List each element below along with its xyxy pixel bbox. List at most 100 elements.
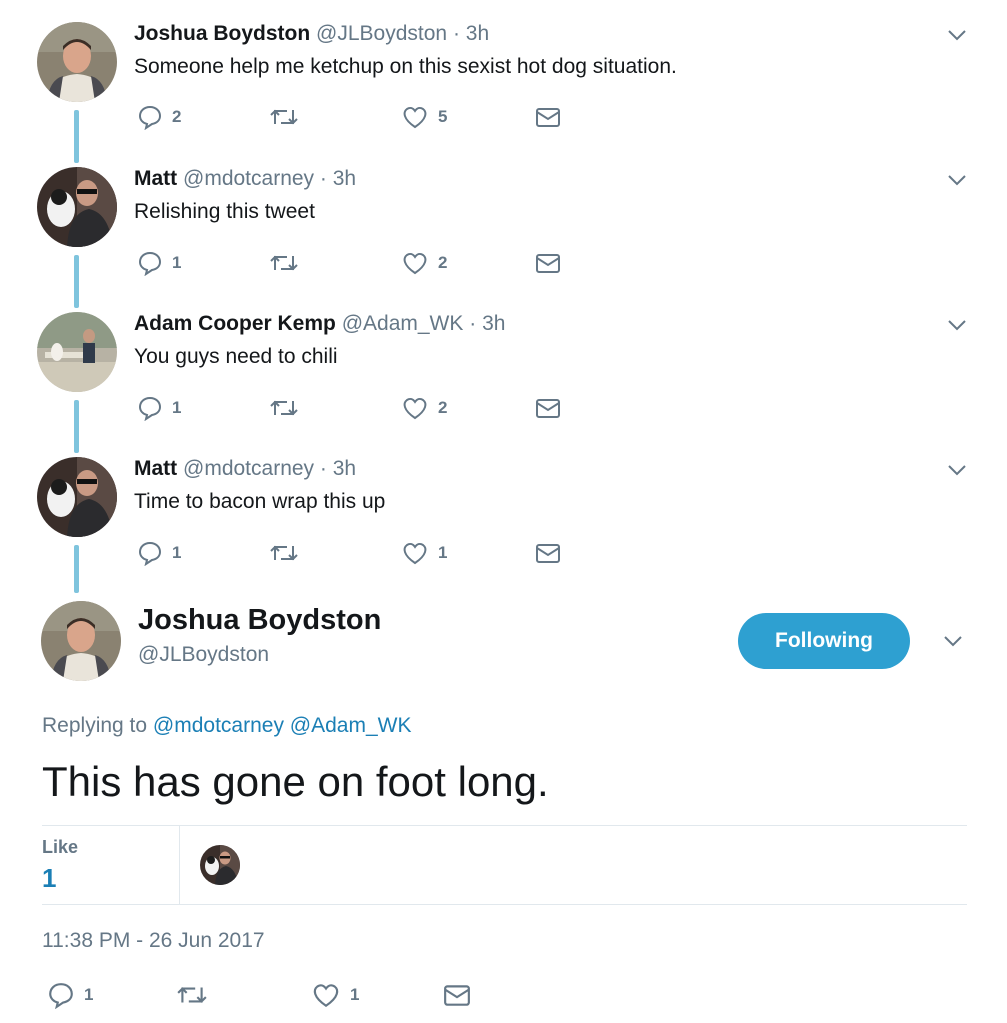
heart-icon <box>403 542 427 565</box>
chevron-down-icon[interactable] <box>946 314 968 336</box>
envelope-icon <box>536 544 560 563</box>
envelope-icon <box>444 985 470 1006</box>
thread-line <box>74 545 79 593</box>
reply-count: 1 <box>172 398 182 417</box>
tweet-timestamp[interactable]: 11:38 PM - 26 Jun 2017 <box>42 929 265 953</box>
reply-count: 1 <box>172 543 182 562</box>
reply-count: 2 <box>172 107 182 126</box>
avatar[interactable] <box>37 457 117 537</box>
like-count: 2 <box>438 398 448 417</box>
author-name[interactable]: Joshua Boydston <box>138 604 381 637</box>
retweet-button[interactable] <box>269 538 299 568</box>
heart-icon <box>403 397 427 420</box>
dm-button[interactable] <box>535 102 561 132</box>
reply-icon <box>138 541 162 566</box>
tweet-text: Time to bacon wrap this up <box>134 490 386 513</box>
divider <box>42 825 967 826</box>
reply-button[interactable]: 2 <box>137 102 181 132</box>
retweet-icon <box>270 255 298 271</box>
heart-icon <box>403 106 427 129</box>
divider <box>42 904 967 905</box>
separator-dot: · <box>319 167 327 190</box>
like-count[interactable]: 1 <box>42 863 56 894</box>
envelope-icon <box>536 254 560 273</box>
avatar[interactable] <box>37 167 117 247</box>
reply-count: 1 <box>84 985 94 1004</box>
chevron-down-icon[interactable] <box>946 169 968 191</box>
heart-icon <box>403 252 427 275</box>
separator-dot: · <box>469 312 477 335</box>
envelope-icon <box>536 399 560 418</box>
author-name[interactable]: Matt <box>134 167 177 190</box>
chevron-down-icon[interactable] <box>942 630 964 652</box>
reply-icon <box>138 105 162 130</box>
retweet-button[interactable] <box>269 248 299 278</box>
reply-icon <box>49 983 73 1009</box>
chevron-down-icon[interactable] <box>946 459 968 481</box>
like-count: 5 <box>438 107 448 126</box>
like-button[interactable]: 1 <box>311 980 359 1010</box>
avatar[interactable] <box>37 312 117 392</box>
author-handle[interactable]: @mdotcarney <box>183 457 314 480</box>
like-count: 1 <box>438 543 448 562</box>
reply-count: 1 <box>172 253 182 272</box>
retweet-icon <box>270 109 298 125</box>
tweet-header: Matt @mdotcarney · 3h <box>134 167 356 191</box>
avatar[interactable] <box>41 601 121 681</box>
heart-icon <box>313 984 339 1008</box>
reply-button[interactable]: 1 <box>137 538 181 568</box>
like-label[interactable]: Like <box>42 837 78 858</box>
following-button[interactable]: Following <box>738 613 910 669</box>
mention-link[interactable]: @Adam_WK <box>290 714 412 737</box>
avatar[interactable] <box>37 22 117 102</box>
tweet-header: Joshua Boydston @JLBoydston · 3h <box>134 22 489 46</box>
author-handle[interactable]: @JLBoydston <box>316 22 447 45</box>
thread-line <box>74 400 79 453</box>
envelope-icon <box>536 108 560 127</box>
tweet-time[interactable]: 3h <box>466 22 489 45</box>
reply-button[interactable]: 1 <box>137 393 181 423</box>
tweet-text: This has gone on foot long. <box>42 758 549 805</box>
tweet-header: Matt @mdotcarney · 3h <box>134 457 356 481</box>
tweet-time[interactable]: 3h <box>333 167 356 190</box>
author-handle[interactable]: @Adam_WK <box>342 312 464 335</box>
dm-button[interactable] <box>535 538 561 568</box>
author-handle[interactable]: @mdotcarney <box>183 167 314 190</box>
dm-button[interactable] <box>535 393 561 423</box>
replying-to: Replying to @mdotcarney @Adam_WK <box>42 714 411 738</box>
dm-button[interactable] <box>443 980 471 1010</box>
retweet-icon <box>177 987 207 1003</box>
separator-dot: · <box>319 457 327 480</box>
tweet-time[interactable]: 3h <box>333 457 356 480</box>
tweet-header: Adam Cooper Kemp @Adam_WK · 3h <box>134 312 505 336</box>
author-name[interactable]: Matt <box>134 457 177 480</box>
reply-icon <box>138 396 162 421</box>
thread-line <box>74 110 79 163</box>
tweet-time[interactable]: 3h <box>482 312 505 335</box>
dm-button[interactable] <box>535 248 561 278</box>
author-name[interactable]: Adam Cooper Kemp <box>134 312 336 335</box>
retweet-button[interactable] <box>269 393 299 423</box>
mention-link[interactable]: @mdotcarney <box>153 714 284 737</box>
like-button[interactable]: 2 <box>401 393 447 423</box>
like-button[interactable]: 1 <box>401 538 447 568</box>
author-handle[interactable]: @JLBoydston <box>138 643 269 667</box>
separator-dot: · <box>452 22 460 45</box>
retweet-icon <box>270 545 298 561</box>
thread-line <box>74 255 79 308</box>
like-button[interactable]: 2 <box>401 248 447 278</box>
like-button[interactable]: 5 <box>401 102 447 132</box>
divider <box>179 826 180 904</box>
reply-button[interactable]: 1 <box>47 980 93 1010</box>
like-count: 2 <box>438 253 448 272</box>
retweet-icon <box>270 400 298 416</box>
retweet-button[interactable] <box>269 102 299 132</box>
author-name[interactable]: Joshua Boydston <box>134 22 310 45</box>
tweet-text: Someone help me ketchup on this sexist h… <box>134 55 677 78</box>
tweet-text: You guys need to chili <box>134 345 338 368</box>
liker-avatar[interactable] <box>200 845 240 885</box>
like-count: 1 <box>350 985 360 1004</box>
retweet-button[interactable] <box>176 980 208 1010</box>
chevron-down-icon[interactable] <box>946 24 968 46</box>
reply-button[interactable]: 1 <box>137 248 181 278</box>
